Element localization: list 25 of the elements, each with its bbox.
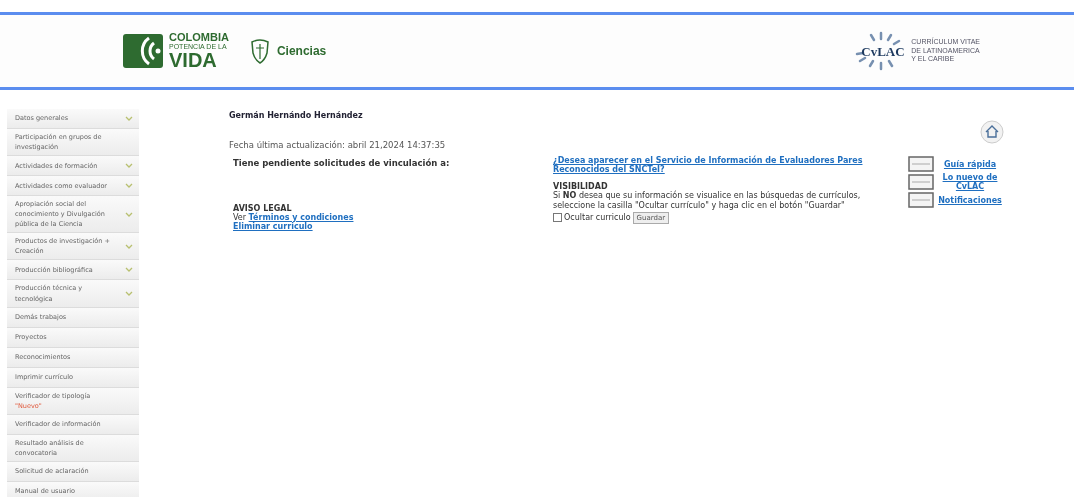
document-icon bbox=[908, 174, 934, 190]
ministry-name: Ciencias bbox=[276, 44, 327, 58]
coat-of-arms-icon bbox=[248, 38, 271, 64]
terms-prefix: Ver bbox=[233, 213, 247, 222]
evaluators-link[interactable]: ¿Desea aparecer en el Servicio de Información de Evaluadores Pares Reconocidos del SNCTeI? bbox=[553, 156, 898, 174]
pending-requests-text: Tiene pendiente solicitudes de vinculación a: bbox=[233, 158, 451, 168]
hide-cv-checkbox[interactable] bbox=[553, 213, 562, 223]
document-icon bbox=[908, 192, 934, 208]
help-link[interactable]: Notificaciones bbox=[938, 195, 1002, 205]
waves-logo-icon bbox=[123, 34, 163, 68]
terms-link[interactable]: Términos y condiciones bbox=[248, 213, 354, 222]
brand-title: VIDA bbox=[169, 50, 218, 70]
user-name: Germán Hernándo Hernández bbox=[229, 111, 363, 120]
help-link[interactable]: Lo nuevo de CvLAC bbox=[938, 173, 1002, 191]
brand-text: COLOMBIA bbox=[169, 32, 229, 43]
document-icon bbox=[908, 156, 934, 172]
visibility-title: VISIBILIDAD bbox=[553, 182, 609, 191]
cvlac-logo-text: CvLAC bbox=[861, 44, 905, 60]
legal-title: AVISO LEGAL bbox=[233, 204, 293, 213]
last-update-text: Fecha última actualización: abril 21,2024 14:37:35 bbox=[229, 140, 447, 150]
help-link[interactable]: Guía rápida bbox=[938, 159, 1002, 169]
visibility-text: Si NO desea que su información se visualice en las búsquedas de currículos, seleccione la casilla "Ocultar currículo" y haga clic en el botón "Guardar" bbox=[553, 191, 862, 212]
delete-cv-link[interactable]: Eliminar curriculo bbox=[233, 222, 553, 231]
checkbox-label: Ocultar curriculo bbox=[564, 213, 631, 223]
home-icon[interactable] bbox=[980, 120, 1004, 144]
